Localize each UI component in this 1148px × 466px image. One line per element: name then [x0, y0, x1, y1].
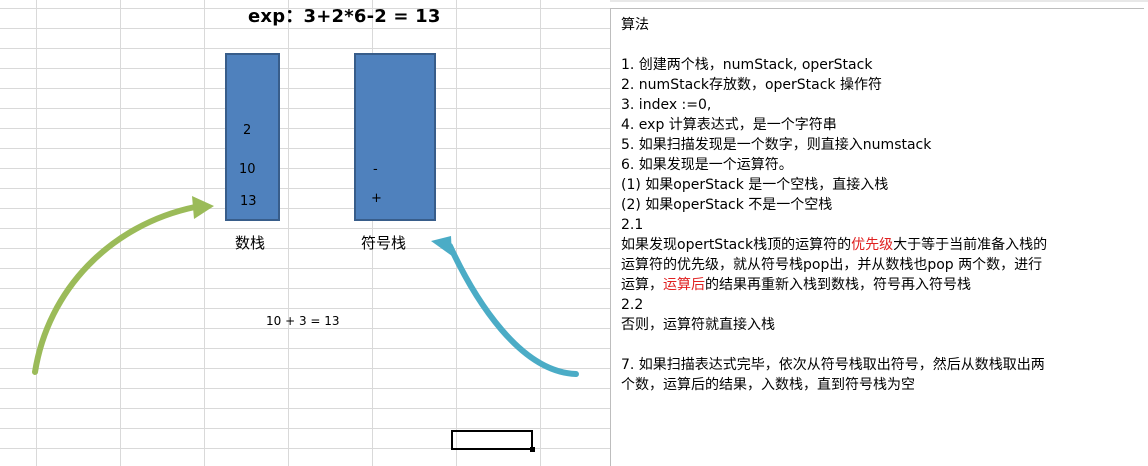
highlight-text: 优先级	[851, 237, 894, 253]
arrows-layer	[32, 196, 579, 377]
step-text: 运算，	[621, 277, 663, 293]
step-line: 1. 创建两个栈，numStack, operStack	[621, 57, 873, 73]
step-line: 3. index :=0,	[621, 97, 712, 113]
step-line: 6. 如果发现是一个运算符。	[621, 157, 793, 173]
step-line: 如果发现opertStack栈顶的运算符的优先级大于等于当前准备入栈的	[621, 235, 1144, 255]
step-line: (2) 如果operStack 不是一个空栈	[621, 197, 833, 213]
step-text: 大于等于当前准备入栈的	[893, 237, 1048, 253]
step-line: 7. 如果扫描表达式完毕，依次从符号栈取出符号，然后从数栈取出两	[621, 357, 1045, 373]
blue-curved-arrow	[431, 236, 579, 377]
step-line: 个数，运算后的结果，入数栈，直到符号栈为空	[621, 377, 915, 393]
step-line: 运算，运算后的结果再重新入栈到数栈，符号再入符号栈	[621, 275, 1144, 295]
step-line: 4. exp 计算表达式，是一个字符串	[621, 117, 837, 133]
step-line: 否则，运算符就直接入栈	[621, 317, 775, 333]
selected-cell[interactable]	[451, 430, 533, 450]
step-line: 运算符的优先级，就从符号栈pop出，并从数栈也pop 两个数，进行	[621, 257, 1043, 273]
step-line: (1) 如果operStack 是一个空栈，直接入栈	[621, 177, 889, 193]
panel-title: 算法	[621, 17, 649, 33]
step-text: 的结果再重新入栈到数栈，符号再入符号栈	[705, 277, 971, 293]
step-text: 如果发现opertStack栈顶的运算符的	[621, 237, 852, 253]
green-curved-arrow	[32, 196, 214, 375]
step-line: 5. 如果扫描发现是一个数字，则直接入numstack	[621, 137, 932, 153]
step-line: 2.2	[621, 297, 644, 313]
highlight-text: 运算后	[663, 277, 705, 293]
step-line: 2.1	[621, 217, 644, 233]
step-line: 2. numStack存放数，operStack 操作符	[621, 77, 882, 93]
algorithm-textbox: 算法 1. 创建两个栈，numStack, operStack 2. numSt…	[610, 8, 1144, 466]
fill-handle[interactable]	[530, 447, 535, 452]
